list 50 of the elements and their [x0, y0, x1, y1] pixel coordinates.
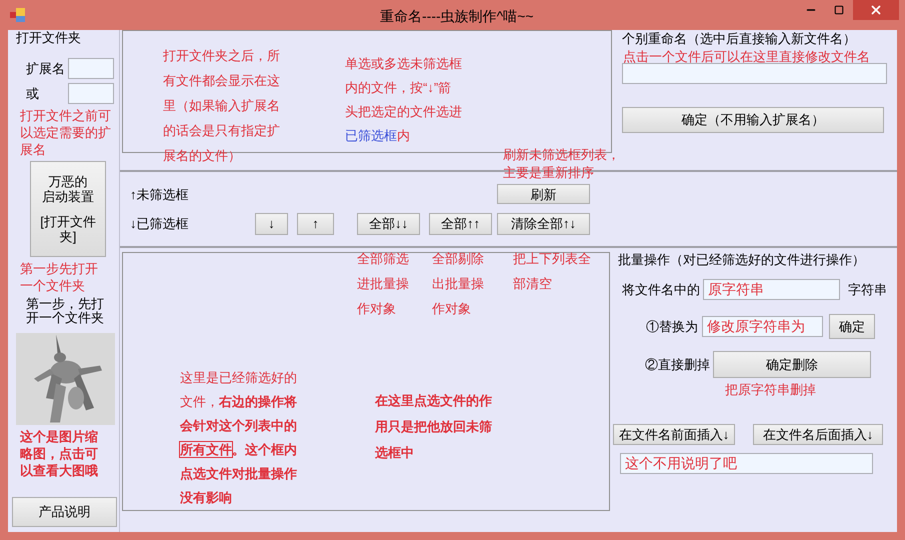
group-title: 打开文件夹 — [16, 30, 82, 46]
replace-button[interactable]: 确定 — [829, 314, 875, 339]
annotation-text: 在这里点选文件的作用只是把他放回未筛选框中 — [375, 392, 492, 462]
annotation-text: 把原字符串删掉 — [725, 381, 817, 399]
extension-field[interactable] — [68, 58, 114, 79]
close-icon — [869, 3, 883, 17]
maximize-icon — [834, 5, 844, 15]
window-title: 重命名----虫族制作^喵~~ — [380, 7, 534, 26]
step-hint: 第一步，先打开一个文件夹 — [26, 297, 104, 325]
move-button[interactable]: 清除全部↑↓ — [497, 213, 590, 235]
move-button[interactable]: ↑ — [297, 213, 334, 235]
delete-button[interactable]: 确定删除 — [713, 351, 871, 378]
move-button[interactable]: 全部↑↑ — [429, 213, 492, 235]
about-button[interactable]: 产品说明 — [12, 497, 117, 527]
move-button[interactable]: 全部↓↓ — [357, 213, 420, 235]
group-title: 个别重命名（选中后直接输入新文件名） — [622, 31, 857, 47]
extension-label: 扩展名 — [26, 60, 66, 78]
annotation-text: 第一步先打开一个文件夹 — [20, 260, 98, 294]
rename-field[interactable] — [622, 63, 887, 84]
app-icon — [10, 7, 26, 23]
annotation-text: 这个是图片缩略图，点击可以查看大图哦 — [20, 428, 98, 479]
move-button[interactable]: ↓ — [255, 213, 288, 235]
open-folder-button[interactable]: 万恶的 启动装置 [打开文件 夹] — [30, 161, 106, 257]
confirm-rename-button[interactable]: 确定（不用输入扩展名） — [622, 107, 884, 133]
annotation-text: 单选或多选未筛选框内的文件，按“↓”箭头把选定的文件选进 已筛选框内 — [345, 55, 462, 145]
annotation-text: 点击一个文件后可以在这里直接修改文件名 — [623, 48, 871, 66]
extension-field[interactable] — [68, 83, 114, 104]
filtered-label: ↓已筛选框 — [130, 215, 190, 234]
insert-field[interactable]: 这个不用说明了吧 — [620, 453, 873, 474]
filtered-list[interactable] — [122, 252, 610, 511]
refresh-button[interactable]: 刷新 — [497, 184, 590, 204]
annotation-text: 把上下列表全部清空 — [513, 250, 591, 293]
or-label: 或 — [26, 84, 40, 103]
replace-label: ①替换为 — [645, 318, 699, 336]
annotation-text: 全部剔除出批量操作对象 — [432, 250, 484, 318]
unfiltered-label: ↑未筛选框 — [130, 186, 190, 204]
annotation-text: 打开文件之前可以选定需要的扩展名 — [20, 107, 111, 158]
annotation-text: 刷新未筛选框列表，主要是重新排序 — [503, 146, 620, 182]
replace-field[interactable]: 修改原字符串为 — [702, 316, 823, 337]
annotation-text: 这里是已经筛选好的文件，右边的操作将会针对这个列表中的 所有文件。这个框内点选文件对批量操作没有影响 — [180, 369, 298, 507]
find-label: 将文件名中的 — [621, 280, 701, 299]
close-button[interactable] — [853, 0, 899, 20]
annotation-text: 全部筛选进批量操作对象 — [357, 250, 409, 318]
find-field[interactable]: 原字符串 — [703, 279, 840, 300]
annotation-text: 打开文件夹之后，所有文件都会显示在这里（如果输入扩展名的话会是只有指定扩展名的文件） — [163, 47, 280, 165]
group-title: 批量操作（对已经筛选好的文件进行操作） — [618, 252, 866, 268]
find-suffix: 字符串 — [848, 280, 887, 299]
insert-back-button[interactable]: 在文件名后面插入↓ — [753, 424, 883, 445]
insert-front-button[interactable]: 在文件名前面插入↓ — [613, 424, 735, 445]
delete-label: ②直接删掉 — [644, 356, 711, 374]
